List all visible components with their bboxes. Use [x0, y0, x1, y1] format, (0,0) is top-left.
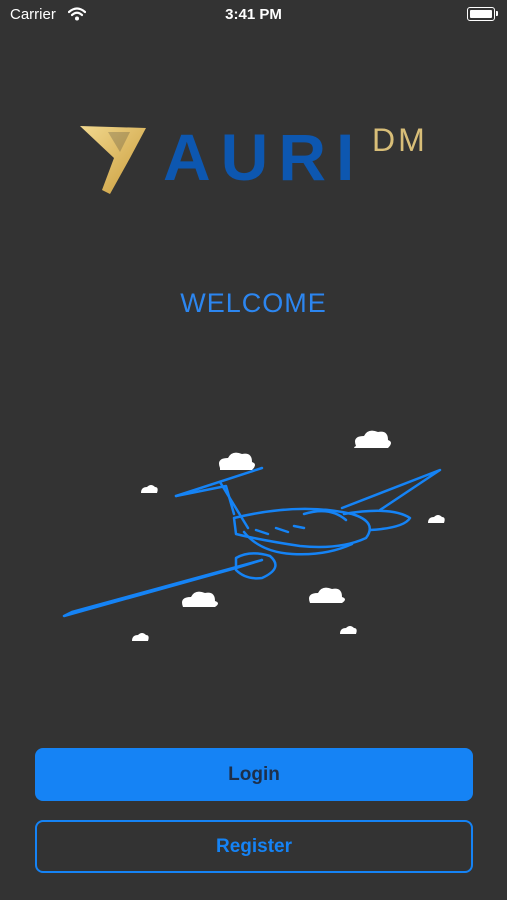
- login-button[interactable]: Login: [35, 748, 473, 801]
- status-time: 3:41 PM: [225, 6, 282, 23]
- airplane-icon: [62, 466, 442, 618]
- logo-suffix: DM: [372, 122, 428, 158]
- cloud-icon: [141, 485, 158, 493]
- cloud-icon: [309, 587, 345, 603]
- app-logo: AURI DM: [78, 118, 438, 198]
- logo-wordmark: AURI: [163, 120, 365, 194]
- register-button[interactable]: Register: [35, 820, 473, 873]
- cloud-icon: [219, 452, 255, 470]
- battery-icon: [467, 7, 498, 21]
- status-bar: Carrier 3:41 PM: [0, 0, 507, 30]
- welcome-title: WELCOME: [180, 288, 327, 318]
- cloud-icon: [428, 515, 445, 523]
- airplane-illustration: [62, 430, 445, 641]
- cloud-icon: [182, 591, 218, 607]
- cloud-icon: [354, 430, 391, 448]
- cloud-icon: [132, 633, 149, 641]
- logo-mark-icon: [80, 126, 146, 194]
- cloud-icon: [340, 626, 357, 634]
